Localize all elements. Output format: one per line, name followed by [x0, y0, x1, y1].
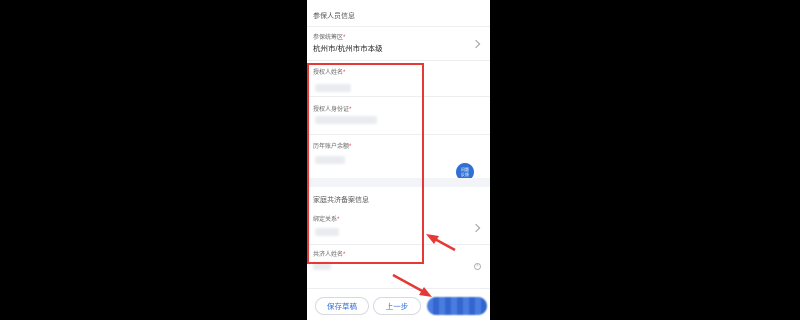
annotation-arrow-upper	[426, 234, 456, 252]
annotation-arrows	[392, 234, 456, 297]
annotation-arrow-lower	[392, 273, 432, 297]
